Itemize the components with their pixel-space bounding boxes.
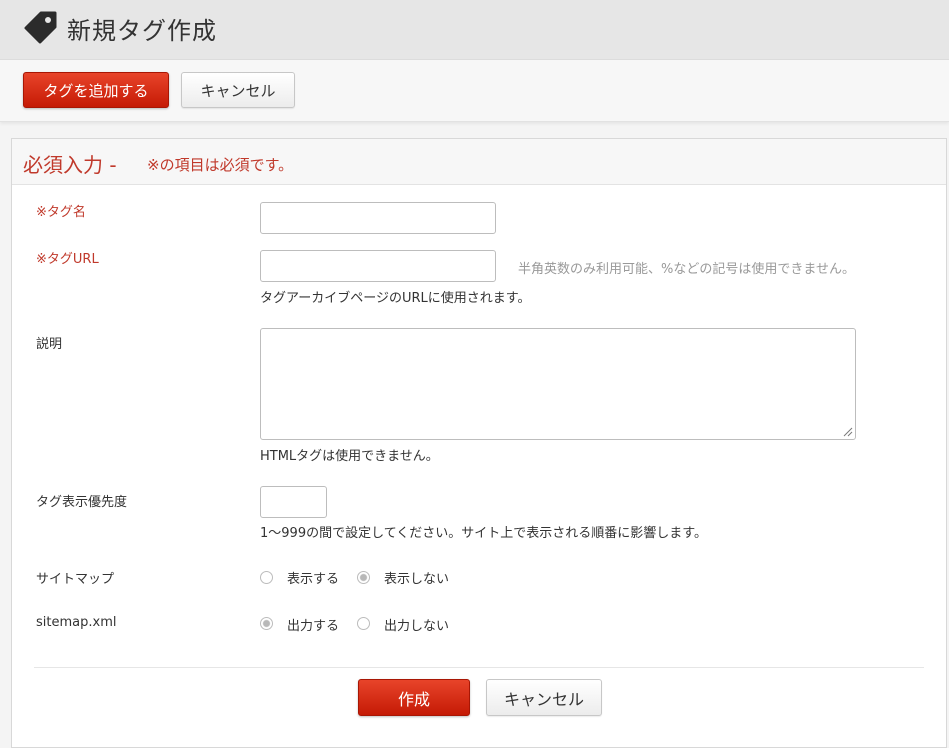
sitemap-xml-label: sitemap.xml [36,615,117,630]
sitemap-show-label[interactable]: 表示する [287,568,339,587]
section-title: 必須入力 - [23,153,117,177]
divider [34,667,924,668]
section-header: 必須入力 - ※の項目は必須です。 [12,139,946,185]
page-title: 新規タグ作成 [67,17,217,45]
description-label: 説明 [36,337,63,352]
resize-grip-icon[interactable] [843,427,853,437]
cancel-button[interactable]: キャンセル [181,72,295,108]
form-panel: 必須入力 - ※の項目は必須です。 ※タグ名 ※タグURL 半角英数のみ利用可能… [11,138,947,748]
toolbar: タグを追加する キャンセル [0,60,949,122]
page-header: 新規タグ作成 [0,0,949,60]
tag-url-label: ※タグURL [36,252,99,267]
priority-note: 1～999の間で設定してください。サイト上で表示される順番に影響します。 [260,526,708,541]
add-tag-button[interactable]: タグを追加する [23,72,169,108]
sitemap-xml-output-label[interactable]: 出力する [287,615,339,634]
tag-url-hint: 半角英数のみ利用可能、%などの記号は使用できません。 [518,262,855,277]
tag-url-note: タグアーカイブページのURLに使用されます。 [260,291,531,306]
sitemap-show-radio[interactable] [260,571,273,584]
sitemap-hide-radio[interactable] [357,571,370,584]
tag-icon [24,11,57,44]
form-cancel-button[interactable]: キャンセル [486,679,602,716]
description-textarea[interactable] [260,328,856,440]
create-button[interactable]: 作成 [358,679,470,716]
sitemap-xml-output-radio[interactable] [260,617,273,630]
tag-name-input[interactable] [260,202,496,234]
priority-label: タグ表示優先度 [36,495,128,510]
section-note: ※の項目は必須です。 [147,156,294,174]
description-note: HTMLタグは使用できません。 [260,449,439,464]
priority-input[interactable] [260,486,327,518]
tag-url-input[interactable] [260,250,496,282]
sitemap-xml-no-output-radio[interactable] [357,617,370,630]
tag-name-label: ※タグ名 [36,205,86,220]
sitemap-xml-no-output-label[interactable]: 出力しない [384,615,449,634]
sitemap-label: サイトマップ [36,572,115,587]
sitemap-hide-label[interactable]: 表示しない [384,568,449,587]
